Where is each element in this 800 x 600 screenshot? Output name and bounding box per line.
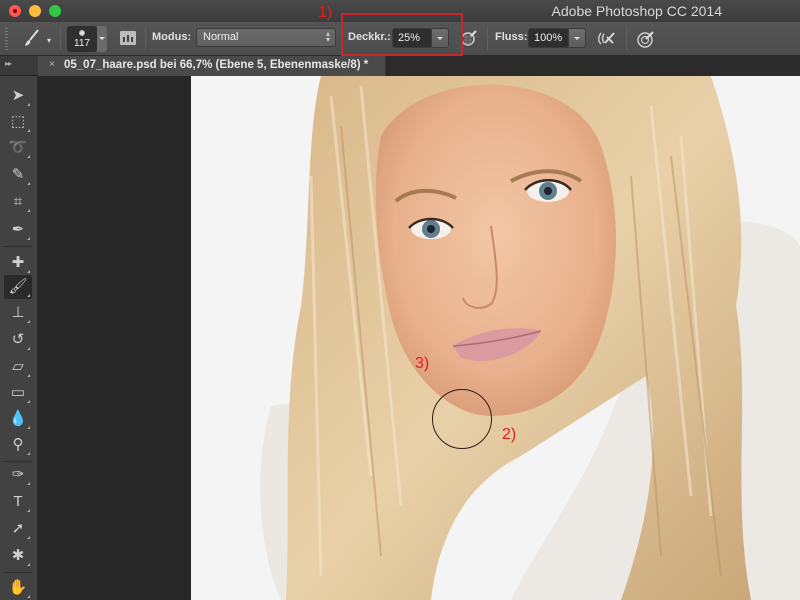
brush-cursor-circle xyxy=(432,389,492,449)
annotation-1: 1) xyxy=(318,4,333,21)
flow-label: Fluss: xyxy=(495,31,528,43)
document-tab[interactable]: × 05_07_haare.psd bei 66,7% (Ebene 5, Eb… xyxy=(38,56,386,76)
select-arrows-icon: ▴ ▾ xyxy=(325,29,330,44)
close-tab-icon[interactable]: × xyxy=(49,59,55,70)
blur-tool-button[interactable]: 💧 xyxy=(4,407,32,431)
toolbar-separator xyxy=(4,246,32,247)
maximize-window-button[interactable] xyxy=(49,5,61,17)
annotation-3: 3) xyxy=(415,355,430,372)
brush-preset-picker[interactable]: 117 xyxy=(67,26,97,52)
flow-input[interactable]: 100% xyxy=(528,28,570,48)
opacity-highlight-box xyxy=(341,13,463,56)
document-canvas-photo[interactable] xyxy=(191,76,800,600)
brush-tip-icon xyxy=(79,30,85,36)
path-selection-tool-button[interactable]: ➚ xyxy=(4,517,32,541)
blend-mode-select[interactable]: Normal ▴ ▾ xyxy=(196,28,336,47)
marquee-icon: ⬚ xyxy=(10,113,26,130)
toolbar-header: ▸▸ xyxy=(0,56,38,76)
custom-shape-icon: ✱ xyxy=(11,547,25,564)
separator xyxy=(60,28,61,50)
hand-icon: ✋ xyxy=(8,579,28,596)
marquee-tool-button[interactable]: ⬚ xyxy=(4,110,32,134)
type-icon: T xyxy=(13,493,23,510)
annotation-2: 2) xyxy=(502,426,517,443)
brush-icon[interactable] xyxy=(22,28,42,53)
custom-shape-tool-button[interactable]: ✱ xyxy=(4,544,32,568)
brush-tool-button[interactable]: 🖌 xyxy=(4,275,32,299)
history-brush-icon: ↺ xyxy=(11,331,25,348)
history-brush-tool-button[interactable]: ↺ xyxy=(4,328,32,352)
separator xyxy=(145,28,146,50)
brush-icon: 🖌 xyxy=(8,278,28,295)
flow-slider-dropdown[interactable] xyxy=(568,28,586,48)
app-title: Adobe Photoshop CC 2014 xyxy=(551,3,722,19)
type-tool-button[interactable]: T xyxy=(4,490,32,514)
pen-tool-button[interactable]: ✑ xyxy=(4,463,32,487)
eyedropper-tool-button[interactable]: ✒ xyxy=(4,218,32,242)
eyedropper-icon: ✒ xyxy=(11,221,25,238)
document-tab-title: 05_07_haare.psd bei 66,7% (Ebene 5, Eben… xyxy=(64,59,369,71)
blend-mode-value: Normal xyxy=(203,31,239,43)
path-selection-icon: ➚ xyxy=(11,520,25,537)
crop-tool-button[interactable]: ⌗ xyxy=(4,190,32,214)
eraser-tool-button[interactable]: ▱ xyxy=(4,355,32,379)
close-window-button[interactable] xyxy=(9,5,21,17)
crop-icon: ⌗ xyxy=(13,193,23,210)
airbrush-icon[interactable] xyxy=(597,29,617,52)
clone-stamp-icon: ⊥ xyxy=(11,304,25,321)
lasso-icon: ➰ xyxy=(8,139,28,156)
lasso-tool-button[interactable]: ➰ xyxy=(4,136,32,160)
healing-brush-tool-button[interactable]: ✚ xyxy=(4,251,32,275)
tools-panel: ➤ ⬚ ➰ ✎ ⌗ ✒ ✚ 🖌 ⊥ ↺ ▱ ▭ 💧 ⚲ ✑ T ➚ ✱ ✋ xyxy=(0,76,38,600)
separator xyxy=(487,28,488,50)
toolbar-separator xyxy=(4,461,32,462)
modus-label: Modus: xyxy=(152,31,192,43)
brush-size-value: 117 xyxy=(74,38,90,49)
move-icon: ➤ xyxy=(11,87,25,104)
brush-preset-dropdown[interactable] xyxy=(97,26,107,52)
healing-brush-icon: ✚ xyxy=(11,254,25,271)
gradient-tool-button[interactable]: ▭ xyxy=(4,381,32,405)
move-tool-button[interactable]: ➤ xyxy=(4,84,32,108)
pen-icon: ✑ xyxy=(11,466,25,483)
minimize-window-button[interactable] xyxy=(29,5,41,17)
pressure-size-icon[interactable] xyxy=(636,29,656,54)
blur-icon: 💧 xyxy=(8,410,28,427)
clone-stamp-tool-button[interactable]: ⊥ xyxy=(4,301,32,325)
separator xyxy=(626,28,627,50)
canvas-area[interactable] xyxy=(38,76,800,600)
quick-selection-icon: ✎ xyxy=(11,166,25,183)
gradient-icon: ▭ xyxy=(10,384,26,401)
collapse-panel-button[interactable]: ▸▸ xyxy=(5,59,12,68)
hand-tool-button[interactable]: ✋ xyxy=(4,576,32,600)
eraser-icon: ▱ xyxy=(12,358,24,375)
options-bar-grip[interactable] xyxy=(5,28,8,50)
portrait-image xyxy=(191,76,800,600)
tool-preset-dropdown-icon[interactable]: ▾ xyxy=(47,36,51,45)
document-tab-bar: × 05_07_haare.psd bei 66,7% (Ebene 5, Eb… xyxy=(38,56,800,76)
quick-selection-tool-button[interactable]: ✎ xyxy=(4,163,32,187)
dodge-icon: ⚲ xyxy=(12,436,24,453)
dodge-tool-button[interactable]: ⚲ xyxy=(4,433,32,457)
toolbar-separator xyxy=(4,572,32,573)
brush-panel-toggle-icon[interactable] xyxy=(119,29,137,52)
